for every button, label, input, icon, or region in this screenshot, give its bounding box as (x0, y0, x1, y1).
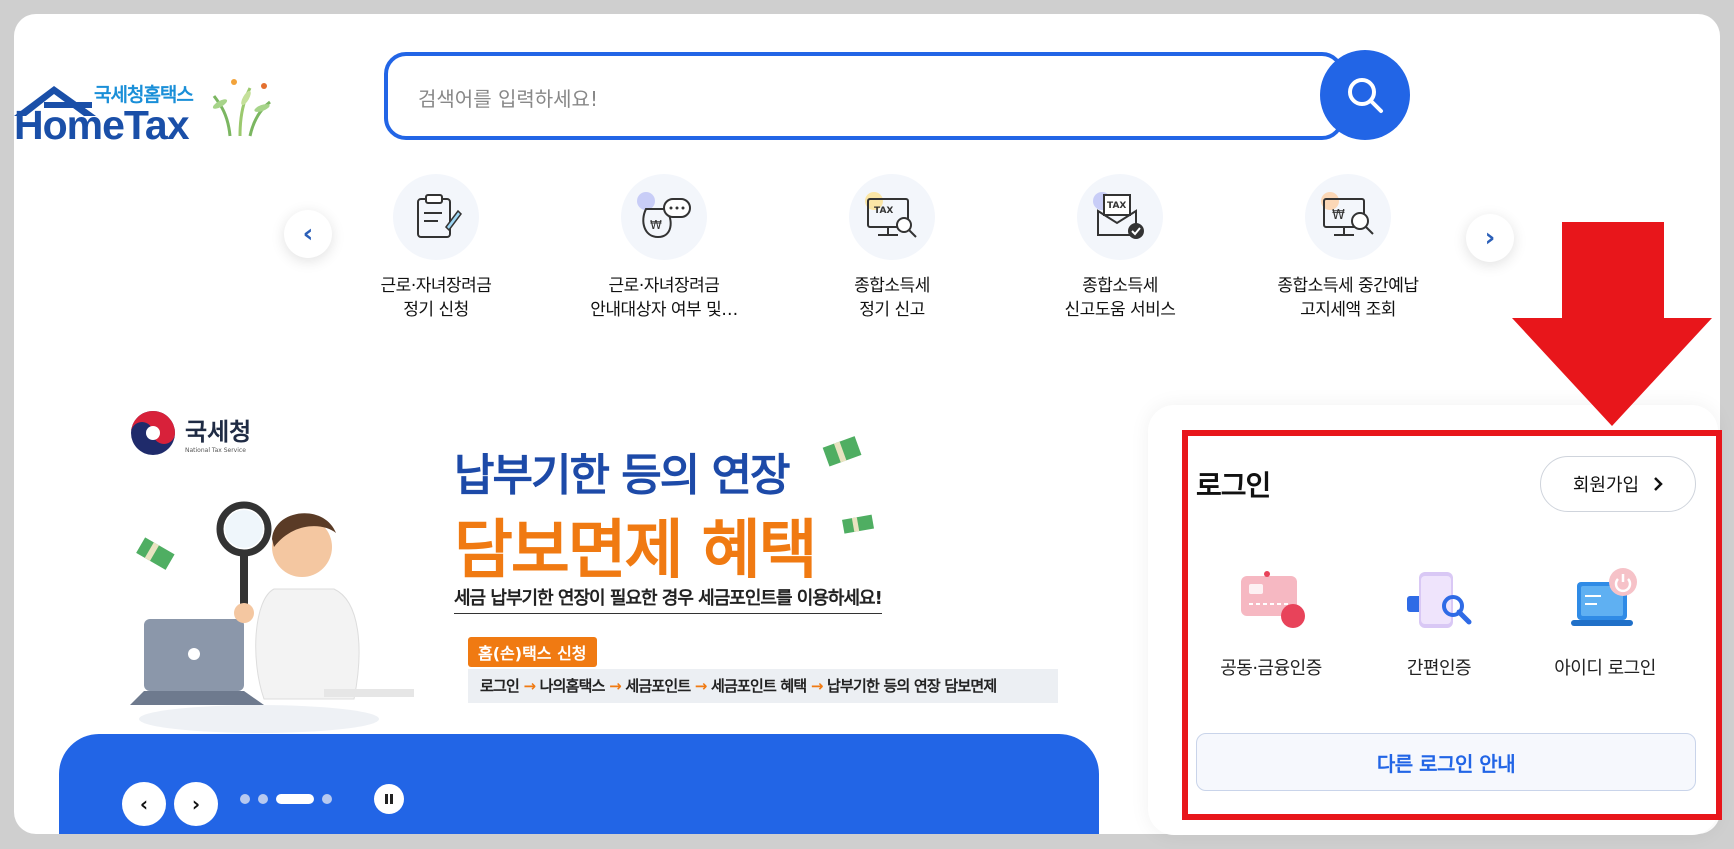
search-box (384, 52, 1344, 140)
login-option-label: 공동·금융인증 (1220, 658, 1322, 679)
money-bag-chat-icon: ₩ (621, 174, 707, 260)
search-button[interactable] (1320, 50, 1410, 140)
tax-envelope-check-icon: TAX (1077, 174, 1163, 260)
nts-name-english: National Tax Service (185, 447, 246, 454)
money-bundle-icon (822, 436, 862, 467)
quick-menu-item[interactable]: 근로·자녀장려금 정기 신청 (336, 174, 536, 322)
money-bundle-icon (842, 514, 875, 534)
banner-step: 세금포인트 혜택 (710, 677, 807, 695)
quick-menu-prev-button[interactable]: ‹ (284, 210, 332, 258)
quick-menu-item[interactable]: TAX 종합소득세 정기 신고 (792, 174, 992, 322)
chevron-left-icon: ‹ (139, 792, 149, 816)
document-edit-icon (393, 174, 479, 260)
signup-button[interactable]: 회원가입 (1540, 456, 1696, 512)
logo-hometax-text: HomeTax (14, 102, 190, 148)
quick-menu-label: 근로·자녀장려금 안내대상자 여부 및… (590, 276, 738, 320)
search-icon (1348, 78, 1383, 113)
svg-text:₩: ₩ (1332, 208, 1345, 223)
banner-step: 로그인 (480, 677, 520, 695)
person-with-magnifier-illustration (130, 501, 414, 733)
svg-text:TAX: TAX (1107, 201, 1126, 211)
simple-auth-phone-icon (1407, 572, 1472, 628)
search-input[interactable] (418, 80, 1268, 118)
quick-menu-label: 근로·자녀장려금 정기 신청 (380, 276, 492, 320)
search-bar (384, 52, 1344, 140)
banner-prev-button[interactable]: ‹ (122, 782, 166, 826)
promo-banner[interactable]: 국세청 National Tax Service 납부기한 등의 연장 담보면제… (44, 409, 1104, 834)
arrow-right-icon: → (810, 677, 828, 695)
monitor-search-icon: ₩ (1305, 174, 1391, 260)
signup-label: 회원가입 (1572, 475, 1640, 496)
banner-indicator-dot[interactable] (240, 794, 250, 804)
banner-steps: 로그인 → 나의홈택스 → 세금포인트 → 세금포인트 혜택 → 납부기한 등의… (468, 669, 1058, 703)
banner-step: 세금포인트 (625, 677, 691, 695)
quick-menu-item[interactable]: ₩ 종합소득세 중간예납 고지세액 조회 (1248, 174, 1448, 322)
quick-menu-item[interactable]: TAX 종합소득세 신고도움 서비스 (1020, 174, 1220, 322)
arrow-right-icon: → (523, 677, 540, 695)
money-bundle-icon (136, 537, 175, 570)
certificate-login-option[interactable]: 공동·금융인증 (1186, 566, 1356, 680)
arrow-right-icon: → (609, 677, 626, 695)
arrow-right-icon: → (694, 677, 711, 695)
quick-menu-label: 종합소득세 신고도움 서비스 (1064, 276, 1176, 320)
login-option-label: 아이디 로그인 (1554, 658, 1656, 679)
banner-indicator-dot[interactable] (322, 794, 332, 804)
banner-pause-button[interactable] (374, 784, 404, 814)
certificate-card-icon (1241, 571, 1305, 628)
banner-step: 나의홈택스 (539, 677, 606, 695)
tax-monitor-search-icon: TAX (849, 174, 935, 260)
plant-decoration-icon (212, 79, 271, 137)
nts-emblem-icon (131, 411, 175, 455)
quick-menu-item[interactable]: ₩ 근로·자녀장려금 안내대상자 여부 및… (564, 174, 764, 322)
id-login-option[interactable]: 아이디 로그인 (1520, 566, 1690, 680)
svg-text:TAX: TAX (874, 206, 893, 216)
chevron-left-icon: ‹ (302, 219, 314, 249)
login-option-label: 간편인증 (1406, 658, 1472, 679)
banner-title-highlight: 담보면제 혜택 (454, 514, 818, 588)
simple-auth-login-option[interactable]: 간편인증 (1354, 566, 1524, 680)
banner-next-button[interactable]: › (174, 782, 218, 826)
id-login-laptop-icon (1571, 568, 1637, 626)
quick-menu-label: 종합소득세 중간예납 고지세액 조회 (1277, 276, 1419, 320)
banner-control-bar (59, 734, 1099, 834)
login-title: 로그인 (1196, 469, 1271, 502)
chevron-right-icon (1654, 477, 1663, 491)
other-login-guide-button[interactable]: 다른 로그인 안내 (1196, 733, 1696, 791)
nts-name: 국세청 (185, 418, 252, 446)
hometax-logo[interactable]: 국세청홈택스 HomeTax (14, 64, 304, 154)
quick-menu-label: 종합소득세 정기 신고 (854, 276, 930, 320)
chevron-right-icon: › (191, 792, 201, 816)
pause-icon (385, 794, 393, 804)
nts-logo: 국세청 National Tax Service (129, 409, 251, 457)
banner-title-primary: 납부기한 등의 연장 (454, 450, 790, 501)
banner-tag: 홈(손)택스 신청 (468, 637, 597, 667)
banner-indicator-dot-active[interactable] (276, 794, 314, 804)
svg-text:₩: ₩ (650, 218, 662, 232)
banner-subtitle: 세금 납부기한 연장이 필요한 경우 세금포인트를 이용하세요! (454, 584, 883, 614)
banner-step: 납부기한 등의 연장 담보면제 (827, 677, 997, 695)
banner-indicator-dot[interactable] (258, 794, 268, 804)
red-arrow-down-icon (1512, 222, 1712, 426)
quick-menu-next-button[interactable]: › (1466, 214, 1514, 262)
chevron-right-icon: › (1484, 223, 1496, 253)
